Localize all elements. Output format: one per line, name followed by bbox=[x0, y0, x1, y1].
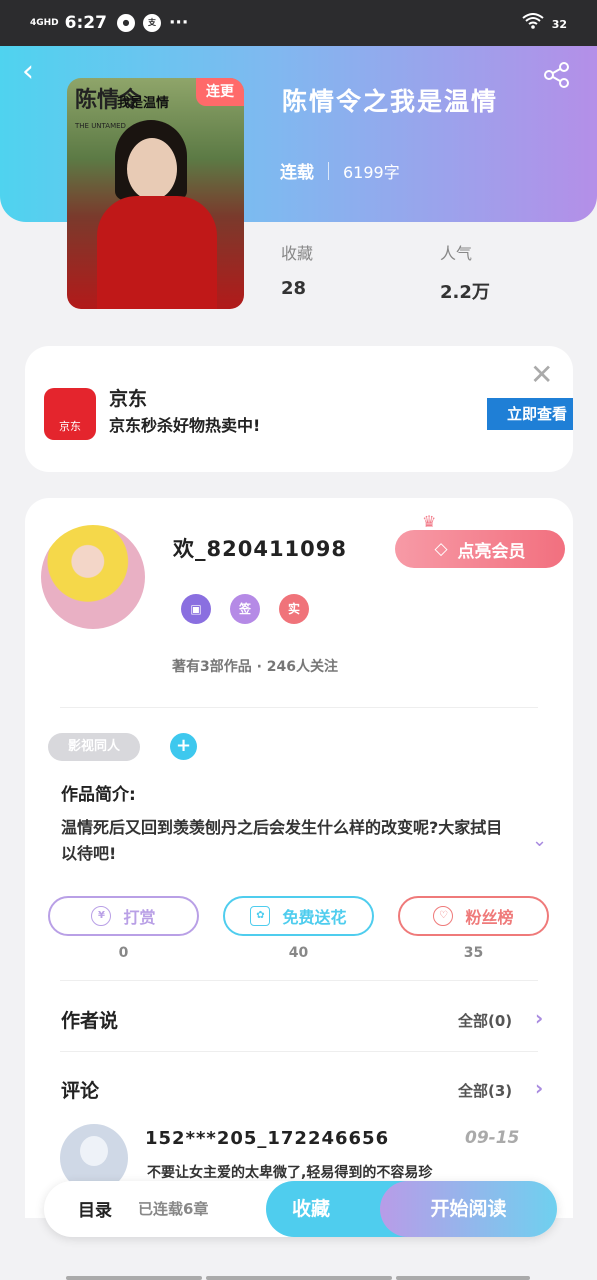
cover-figure-robe bbox=[97, 196, 217, 309]
fan-ranking-label: 粉丝榜 bbox=[465, 908, 514, 927]
ad-cta-button[interactable]: 立即查看 bbox=[487, 398, 573, 430]
nav-indicator bbox=[206, 1276, 392, 1280]
cover-logo-sub: THE UNTAMED bbox=[75, 122, 126, 130]
fan-count: 35 bbox=[463, 945, 484, 961]
nav-indicator bbox=[396, 1276, 530, 1280]
tip-button[interactable]: ¥ 打赏 bbox=[48, 896, 199, 936]
signed-badge[interactable]: 签 bbox=[230, 594, 260, 624]
stat-value: 28 bbox=[281, 278, 307, 299]
author-avatar[interactable] bbox=[41, 525, 145, 629]
comment-text[interactable]: 不要让女主爱的太卑微了,轻易得到的不容易珍 bbox=[147, 1162, 537, 1182]
tip-count: 0 bbox=[118, 945, 129, 961]
status-bar: 4GHD 6:27 ● 支 ··· 32 bbox=[0, 0, 597, 46]
chevron-right-icon[interactable]: › bbox=[535, 1076, 543, 1100]
word-count: 6199字 bbox=[343, 162, 400, 182]
vip-button[interactable]: ◇ 点亮会员 bbox=[395, 530, 565, 568]
back-icon[interactable]: ‹ bbox=[22, 57, 50, 87]
comments-heading: 评论 bbox=[61, 1080, 100, 1102]
send-flower-button[interactable]: ✿ 免费送花 bbox=[223, 896, 374, 936]
intro-text: 温情死后又回到羡羡刨丹之后会发生什么样的改变呢?大家拭目以待吧! bbox=[61, 818, 503, 863]
comments-all-link[interactable]: 全部(3) bbox=[458, 1080, 512, 1101]
stat-popularity: 人气 2.2万 bbox=[440, 240, 490, 304]
stat-favorites: 收藏 28 bbox=[281, 240, 313, 299]
stat-label: 收藏 bbox=[281, 244, 314, 263]
author-says-heading: 作者说 bbox=[61, 1010, 119, 1032]
genre-tag[interactable]: 影视同人 bbox=[48, 733, 140, 761]
chevron-down-icon[interactable]: ⌄ bbox=[532, 830, 547, 851]
battery-icon: 32 bbox=[552, 13, 567, 33]
battery-level: 32 bbox=[551, 18, 567, 31]
flower-icon: ✿ bbox=[250, 906, 271, 926]
update-badge: 连更 bbox=[196, 78, 244, 106]
nav-indicator bbox=[66, 1276, 202, 1280]
start-reading-button[interactable]: 开始阅读 bbox=[380, 1181, 557, 1237]
send-flower-label: 免费送花 bbox=[282, 908, 347, 927]
alipay-icon: 支 bbox=[142, 14, 161, 32]
jd-logo: 京东 bbox=[44, 388, 96, 440]
wifi-icon bbox=[522, 12, 544, 34]
more-dots-icon: ··· bbox=[168, 13, 189, 33]
book-title: 陈情令之我是温情 bbox=[282, 87, 499, 116]
divider bbox=[60, 1051, 538, 1052]
yen-icon: ¥ bbox=[91, 906, 112, 926]
author-name[interactable]: 欢_820411098 bbox=[173, 533, 347, 563]
stat-value: 2.2万 bbox=[440, 282, 490, 303]
cover-figure-face bbox=[127, 138, 177, 200]
diamond-icon: ◇ bbox=[434, 539, 448, 559]
divider bbox=[60, 980, 538, 981]
cover-title: 我是温情 bbox=[117, 96, 170, 111]
meta-divider bbox=[328, 161, 329, 180]
toc-button[interactable]: 目录 bbox=[78, 1196, 112, 1221]
fan-ranking-button[interactable]: ♡ 粉丝榜 bbox=[398, 896, 549, 936]
user-heart-icon: ♡ bbox=[433, 906, 454, 926]
level-badge-icon[interactable]: ▣ bbox=[181, 594, 211, 624]
signal-indicator: 4GHD bbox=[30, 17, 59, 28]
crown-icon: ♛ bbox=[422, 512, 437, 531]
ad-title: 京东 bbox=[109, 388, 148, 410]
author-says-all-link[interactable]: 全部(0) bbox=[458, 1010, 512, 1031]
stat-label: 人气 bbox=[440, 244, 473, 263]
vip-label: 点亮会员 bbox=[457, 541, 526, 562]
ad-description: 京东秒杀好物热卖中! bbox=[109, 416, 261, 435]
jd-logo-text: 京东 bbox=[59, 420, 81, 433]
verified-badge[interactable]: 实 bbox=[279, 594, 309, 624]
jovi-icon: ● bbox=[116, 14, 135, 32]
book-status: 连载 bbox=[280, 163, 314, 183]
intro-heading: 作品简介: bbox=[61, 785, 136, 805]
close-icon[interactable]: ✕ bbox=[530, 358, 553, 391]
book-cover[interactable]: 陈情令 THE UNTAMED 我是温情 bbox=[67, 78, 244, 309]
chapter-count[interactable]: 已连载6章 bbox=[138, 1198, 208, 1219]
book-meta: 连载 6199字 bbox=[280, 158, 400, 183]
comment-username[interactable]: 152***205_172246656 bbox=[145, 1128, 389, 1149]
share-icon[interactable] bbox=[542, 60, 572, 90]
ad-banner[interactable]: ✕ 京东 京东 京东秒杀好物热卖中! 立即查看 bbox=[25, 346, 573, 472]
divider bbox=[60, 707, 538, 708]
comment-date: 09-15 bbox=[465, 1128, 520, 1148]
tip-label: 打赏 bbox=[123, 908, 156, 927]
chevron-right-icon[interactable]: › bbox=[535, 1006, 543, 1030]
flower-count: 40 bbox=[288, 945, 309, 961]
author-stats: 著有3部作品 · 246人关注 bbox=[172, 659, 339, 675]
clock: 6:27 bbox=[64, 13, 107, 33]
add-tag-button[interactable]: + bbox=[170, 733, 197, 760]
